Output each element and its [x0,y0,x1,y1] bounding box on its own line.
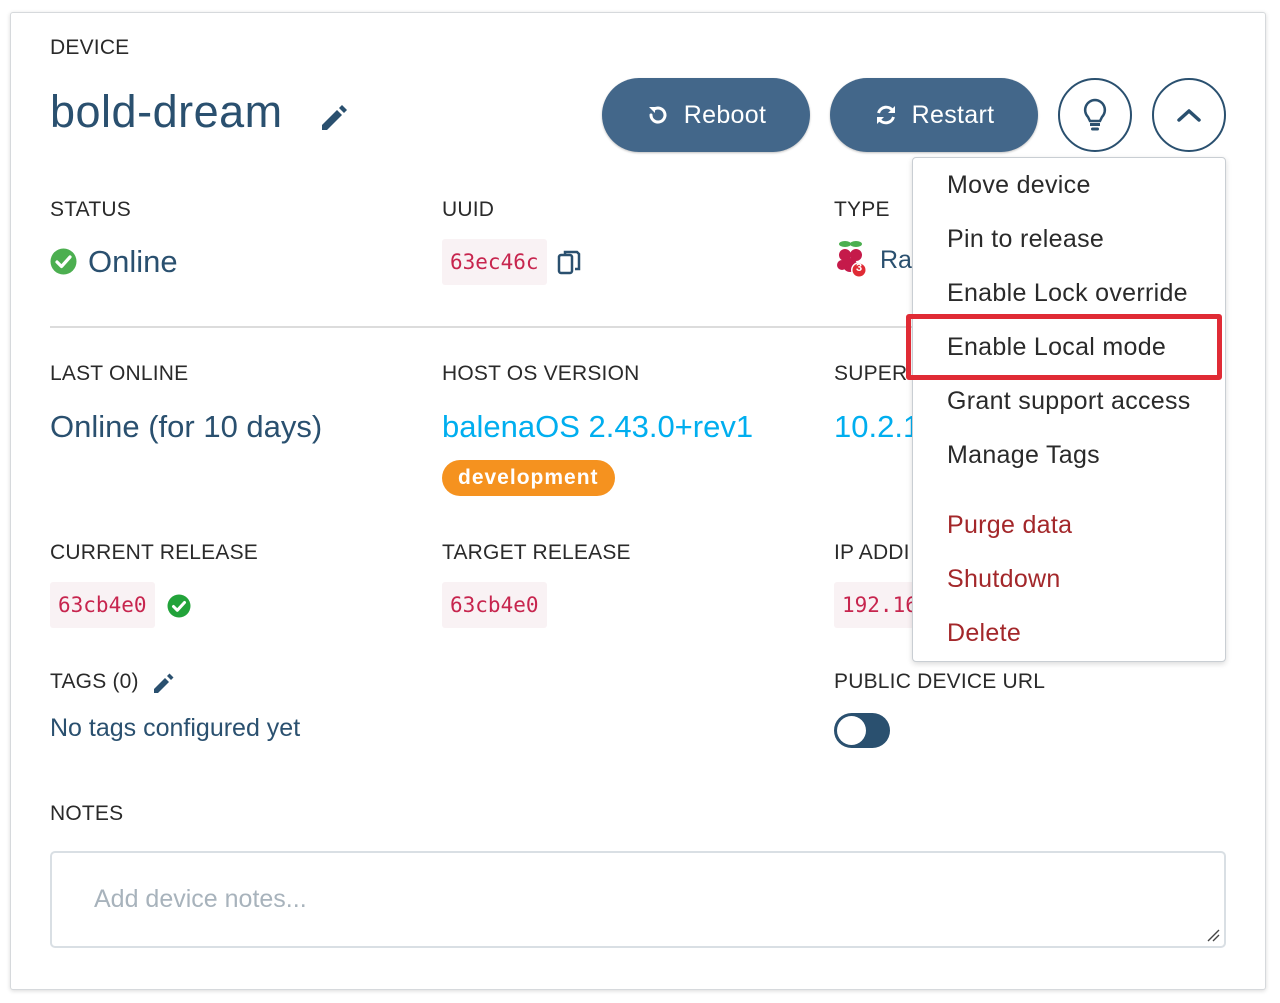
copy-icon[interactable] [557,249,581,277]
check-circle-icon [50,248,77,275]
host-os-value[interactable]: balenaOS 2.43.0+rev1 [442,409,753,445]
collapse-button[interactable] [1152,78,1226,152]
current-release-label: CURRENT RELEASE [50,541,258,564]
menu-item-move-device[interactable]: Move device [947,171,1091,200]
check-circle-icon [167,594,191,618]
device-section-label: DEVICE [50,36,130,59]
development-badge: development [442,460,615,496]
toggle-knob [837,716,866,745]
restart-label: Restart [911,100,995,129]
current-release-value[interactable]: 63cb4e0 [50,582,155,628]
public-url-label: PUBLIC DEVICE URL [834,670,1046,693]
notes-textarea[interactable]: Add device notes... [50,851,1226,948]
supervisor-label: SUPER [834,362,908,385]
sync-icon [874,103,898,127]
chevron-up-icon [1176,107,1202,123]
menu-item-purge-data[interactable]: Purge data [947,511,1072,540]
status-label: STATUS [50,198,131,221]
last-online-value: Online (for 10 days) [50,409,323,444]
raspberry-pi-icon: 3 [834,238,870,280]
host-os-label: HOST OS VERSION [442,362,640,385]
menu-item-grant-support-access[interactable]: Grant support access [947,387,1191,416]
notes-label: NOTES [50,802,124,825]
public-url-toggle[interactable] [834,713,890,748]
status-value: Online [88,244,178,279]
menu-item-enable-lock-override[interactable]: Enable Lock override [947,279,1188,308]
highlight-box [906,314,1222,380]
resize-handle-icon[interactable] [1206,928,1220,942]
tips-button[interactable] [1058,78,1132,152]
pencil-icon[interactable] [152,671,176,695]
menu-item-delete[interactable]: Delete [947,619,1021,648]
restart-button[interactable]: Restart [830,78,1038,152]
type-version-badge: 3 [855,262,863,274]
reboot-label: Reboot [683,100,767,129]
menu-item-manage-tags[interactable]: Manage Tags [947,441,1100,470]
last-online-label: LAST ONLINE [50,362,189,385]
uuid-value: 63ec46c [442,239,547,285]
pencil-icon[interactable] [318,101,350,133]
menu-item-shutdown[interactable]: Shutdown [947,565,1061,594]
target-release-label: TARGET RELEASE [442,541,631,564]
type-value: Ra [880,246,912,274]
tags-empty-text: No tags configured yet [50,714,301,742]
target-release-value[interactable]: 63cb4e0 [442,582,547,628]
device-name: bold-dream [50,86,283,137]
reboot-button[interactable]: Reboot [602,78,810,152]
uuid-label: UUID [442,198,495,221]
actions-dropdown-menu: Move device Pin to release Enable Lock o… [912,157,1226,662]
menu-item-pin-to-release[interactable]: Pin to release [947,225,1104,254]
lightbulb-icon [1082,98,1108,132]
undo-icon [646,103,670,127]
type-label: TYPE [834,198,890,221]
supervisor-value[interactable]: 10.2.1 [834,409,920,445]
tags-label: TAGS (0) [50,670,139,693]
ip-address-label: IP ADDI [834,541,910,564]
